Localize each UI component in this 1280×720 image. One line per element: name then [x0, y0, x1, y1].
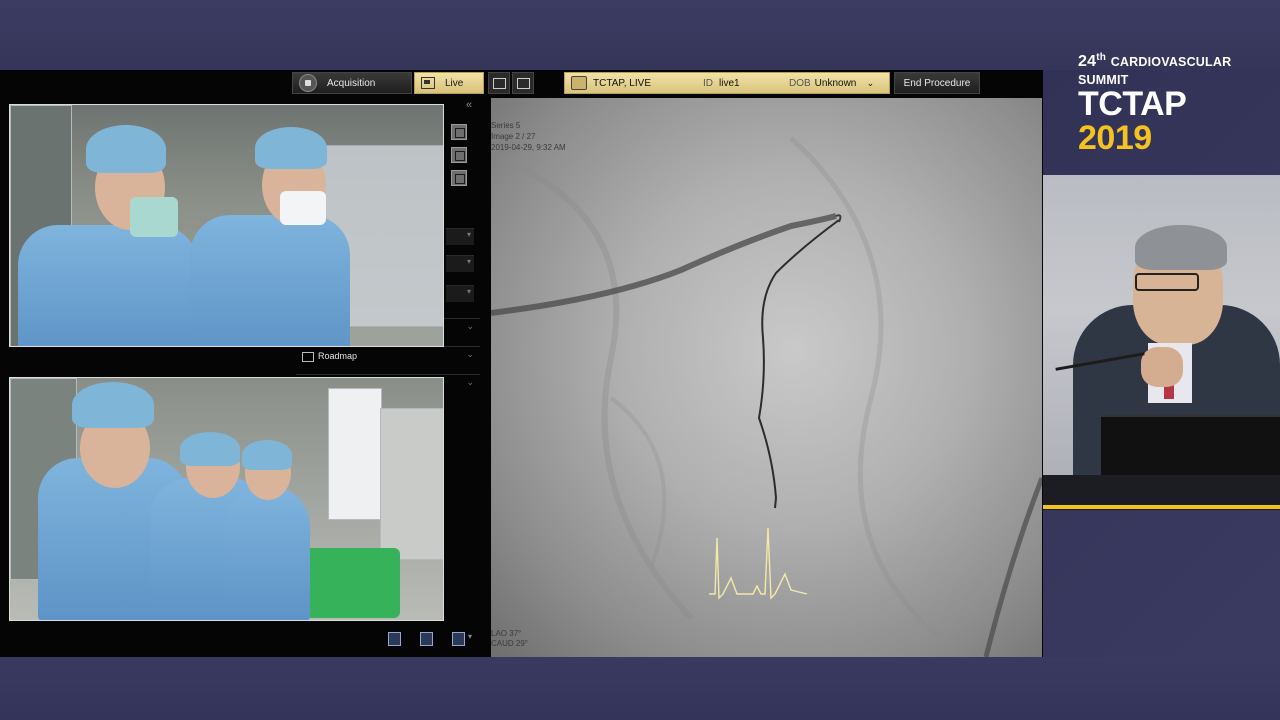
roadmap-icon [302, 352, 314, 362]
desk-monitor [1101, 415, 1280, 481]
patient-dob: Unknown [814, 77, 857, 89]
collapse-panel-icon[interactable]: « [466, 99, 472, 111]
console-toolbar: Acquisition Live TCTAP, LIVE ID live1 DO… [292, 72, 1042, 96]
patient-id-label: ID [703, 77, 713, 89]
cath-lab-console: Acquisition Live TCTAP, LIVE ID live1 DO… [0, 70, 1043, 657]
acquisition-label: Acquisition [327, 77, 376, 89]
patient-name: TCTAP, LIVE [593, 77, 651, 89]
live-icon [421, 77, 435, 89]
presenter-glasses [1135, 273, 1199, 291]
summit-edition-suffix: th [1096, 52, 1107, 63]
patient-id: live1 [719, 77, 740, 89]
export-icon[interactable] [420, 632, 433, 646]
layout-button-1[interactable] [488, 72, 510, 94]
summit-name: TCTAP [1078, 85, 1186, 123]
summit-logo: 24th CARDIOVASCULAR SUMMIT TCTAP 2019 [1078, 52, 1268, 155]
series-label: Series 5 [491, 121, 521, 130]
chevron-down-icon: ⌄ [866, 77, 875, 88]
presenter-hair [1135, 225, 1227, 270]
end-procedure-button[interactable]: End Procedure [894, 72, 980, 94]
layout-icon [492, 77, 506, 89]
acquisition-tab[interactable]: Acquisition [292, 72, 412, 94]
image-timestamp: 2019-04-29, 9:32 AM [491, 143, 566, 152]
chevron-down-icon: ▾ [466, 287, 471, 296]
layout-grid-icon[interactable] [452, 632, 465, 646]
chevron-down-icon: ⌄ [466, 321, 474, 331]
patient-icon [571, 76, 587, 90]
chevron-down-icon: ⌄ [466, 377, 474, 387]
summit-edition-number: 24 [1078, 53, 1097, 70]
presenter-accent-bar [1043, 505, 1280, 509]
dropdown-field[interactable]: ▾ [446, 285, 474, 302]
chevron-down-icon: ▾ [466, 230, 471, 239]
live-tab[interactable]: Live [414, 72, 484, 94]
roadmap-section[interactable]: Roadmap ⌄ [296, 346, 480, 367]
presenter-hand [1141, 347, 1183, 387]
background-bottom [0, 657, 1280, 720]
acquisition-icon [299, 74, 317, 92]
summit-year: 2019 [1078, 119, 1152, 157]
chevron-down-icon: ▾ [466, 257, 471, 266]
angle-1-value: 37° [509, 629, 522, 638]
filter-tool-icon[interactable] [451, 170, 467, 186]
pen-tool-icon[interactable] [451, 147, 467, 163]
settings-tool-icon[interactable] [451, 124, 467, 140]
angle-overlay: LAO 37° CAUD 29° [491, 629, 528, 649]
patient-dob-label: DOB [789, 77, 811, 89]
patient-selector[interactable]: TCTAP, LIVE ID live1 DOB Unknown ⌄ [564, 72, 890, 94]
summit-title: TCTAP 2019 [1078, 87, 1268, 155]
angle-2-label: CAUD [491, 639, 514, 648]
layout-icon [516, 77, 530, 89]
presenter-video [1043, 175, 1280, 510]
save-icon[interactable] [388, 632, 401, 646]
live-label: Live [445, 77, 464, 89]
image-info-overlay: Series 5 Image 2 / 27 2019-04-29, 9:32 A… [491, 120, 566, 153]
dropdown-field[interactable]: ▾ [446, 255, 474, 272]
chevron-down-icon: ⌄ [466, 349, 474, 359]
video-feed-cath-lab [9, 377, 444, 621]
fluoroscopy-viewer[interactable]: Series 5 Image 2 / 27 2019-04-29, 9:32 A… [491, 98, 1042, 657]
layout-button-2[interactable] [512, 72, 534, 94]
video-feed-operators [9, 104, 444, 347]
chevron-down-icon[interactable]: ▾ [468, 632, 472, 641]
dropdown-field[interactable]: ▾ [446, 228, 474, 245]
angle-1-label: LAO [491, 629, 508, 638]
roadmap-label: Roadmap [318, 351, 358, 361]
ecg-trace [709, 527, 808, 600]
angle-2-value: 29° [515, 639, 529, 648]
image-counter: Image 2 / 27 [491, 132, 536, 141]
angiogram-image [491, 136, 1042, 657]
summit-edition: 24th CARDIOVASCULAR SUMMIT [1078, 52, 1268, 89]
